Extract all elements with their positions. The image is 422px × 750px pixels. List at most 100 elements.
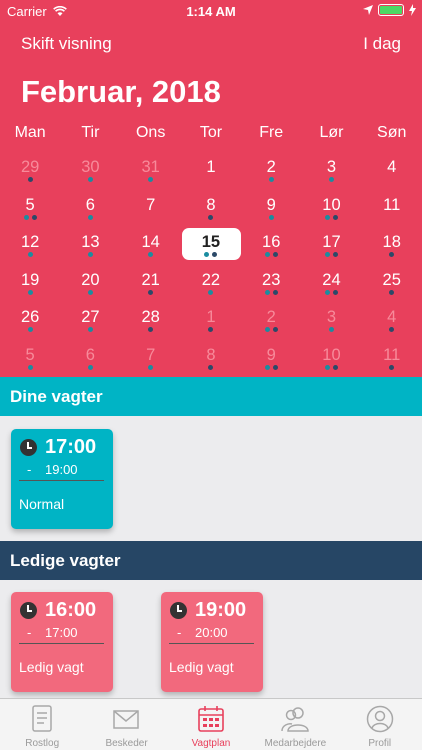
open-shift-dot — [332, 252, 338, 257]
shift-indicators — [362, 252, 422, 257]
day-number: 21 — [141, 270, 160, 289]
calendar-day[interactable]: 29 — [0, 152, 60, 190]
calendar-day[interactable]: 20 — [60, 265, 120, 303]
calendar-day[interactable]: 31 — [121, 152, 181, 190]
tab-label: Vagtplan — [191, 738, 231, 749]
open-shift-dot — [272, 289, 278, 295]
shift-indicators — [181, 252, 241, 257]
calendar-day[interactable]: 12 — [0, 227, 60, 265]
calendar-week-row: 5 6 7 8 9 10 11 — [0, 340, 422, 378]
status-bar: Carrier 1:14 AM — [0, 0, 422, 22]
calendar-day[interactable]: 6 — [60, 190, 120, 228]
calendar-day[interactable]: 18 — [362, 227, 422, 265]
calendar-day[interactable]: 30 — [60, 152, 120, 190]
shift-type: Ledig vagt — [19, 659, 84, 675]
calendar-day[interactable]: 25 — [362, 265, 422, 303]
calendar-day[interactable]: 27 — [60, 302, 120, 340]
calendar-day[interactable]: 24 — [301, 265, 361, 303]
shift-indicators — [0, 364, 60, 370]
shift-card[interactable]: 17:00 - 19:00 Normal — [11, 429, 113, 529]
my-shift-dot — [204, 252, 210, 257]
my-shift-dot — [324, 214, 330, 220]
day-number: 1 — [206, 308, 216, 326]
shift-indicators — [362, 289, 422, 295]
calendar-day[interactable]: 23 — [241, 265, 301, 303]
tab-beskeder[interactable]: Beskeder — [84, 699, 168, 750]
calendar-day-today[interactable]: 15 — [181, 227, 241, 265]
calendar-day[interactable]: 5 — [0, 190, 60, 228]
calendar-day[interactable]: 2 — [241, 302, 301, 340]
calendar-day[interactable]: 8 — [181, 340, 241, 378]
open-shift-dot — [212, 252, 218, 257]
calendar-day[interactable]: 21 — [121, 265, 181, 303]
shift-start: 16:00 — [45, 599, 97, 621]
calendar-day[interactable]: 17 — [301, 227, 361, 265]
calendar-day[interactable]: 9 — [241, 190, 301, 228]
shift-indicators — [301, 252, 361, 257]
tab-profil[interactable]: Profil — [338, 699, 422, 750]
calendar-week-row: 5 6 7 8 9 10 11 — [0, 190, 422, 228]
day-number: 9 — [266, 345, 276, 364]
calendar-week-row: 29 30 31 1 2 3 4 — [0, 152, 422, 190]
open-shift-card[interactable]: 16:00 - 17:00 Ledig vagt — [11, 592, 113, 692]
calendar-day[interactable]: 8 — [181, 190, 241, 228]
calendar-day[interactable]: 22 — [181, 265, 241, 303]
my-shift-dot — [27, 289, 33, 295]
calendar-day[interactable]: 4 — [362, 302, 422, 340]
open-shift-dot — [389, 252, 395, 257]
day-number: 22 — [201, 270, 221, 289]
day-number: 10 — [322, 195, 341, 214]
divider — [19, 643, 104, 644]
today-button[interactable]: I dag — [363, 34, 401, 54]
calendar-day[interactable]: 11 — [362, 190, 422, 228]
shift-dash: - — [27, 625, 32, 640]
shift-indicators — [181, 214, 241, 220]
battery-icon — [378, 4, 404, 16]
day-number: 19 — [20, 270, 40, 289]
tab-medarbejdere[interactable]: Medarbejdere — [253, 699, 337, 750]
day-number: 5 — [25, 195, 35, 214]
switch-view-button[interactable]: Skift visning — [21, 34, 112, 54]
calendar-day[interactable]: 3 — [301, 302, 361, 340]
calendar-day[interactable]: 3 — [301, 152, 361, 190]
calendar-day[interactable]: 26 — [0, 302, 60, 340]
shift-indicators — [60, 289, 120, 295]
shift-indicators — [60, 252, 120, 257]
calendar-day[interactable]: 16 — [241, 227, 301, 265]
day-number: 7 — [146, 195, 156, 214]
calendar-day[interactable]: 6 — [60, 340, 120, 378]
shift-indicators — [181, 327, 241, 332]
shift-indicators — [60, 214, 120, 220]
calendar-day[interactable]: 4 — [362, 152, 422, 190]
day-number: 13 — [81, 233, 100, 251]
calendar-day[interactable]: 9 — [241, 340, 301, 378]
tab-rostlog[interactable]: Rostlog — [0, 699, 84, 750]
weekday-label: Søn — [377, 124, 407, 141]
day-number: 3 — [326, 308, 337, 326]
my-shift-dot — [27, 252, 33, 257]
shift-indicators — [241, 252, 301, 257]
calendar-day[interactable]: 19 — [0, 265, 60, 303]
weekday-label: Man — [14, 124, 46, 141]
calendar-day[interactable]: 1 — [181, 152, 241, 190]
calendar-day[interactable]: 2 — [241, 152, 301, 190]
open-shift-dot — [272, 364, 278, 370]
calendar-day[interactable]: 7 — [121, 340, 181, 378]
calendar-day[interactable]: 1 — [181, 302, 241, 340]
calendar-day[interactable]: 11 — [362, 340, 422, 378]
shift-indicators — [301, 177, 361, 182]
tab-vagtplan[interactable]: Vagtplan — [169, 699, 253, 750]
calendar-day[interactable]: 14 — [121, 227, 181, 265]
calendar-day[interactable]: 7 — [121, 190, 181, 228]
shift-end: 19:00 — [45, 462, 78, 477]
calendar-day[interactable]: 10 — [301, 190, 361, 228]
shift-indicators — [301, 289, 361, 295]
calendar-day[interactable]: 5 — [0, 340, 60, 378]
shift-indicators — [181, 289, 241, 295]
shift-indicators — [241, 327, 301, 332]
calendar-day[interactable]: 10 — [301, 340, 361, 378]
open-shift-card[interactable]: 19:00 - 20:00 Ledig vagt — [161, 592, 263, 692]
calendar-day[interactable]: 13 — [60, 227, 120, 265]
my-shift-dot — [23, 214, 29, 220]
calendar-day[interactable]: 28 — [121, 302, 181, 340]
